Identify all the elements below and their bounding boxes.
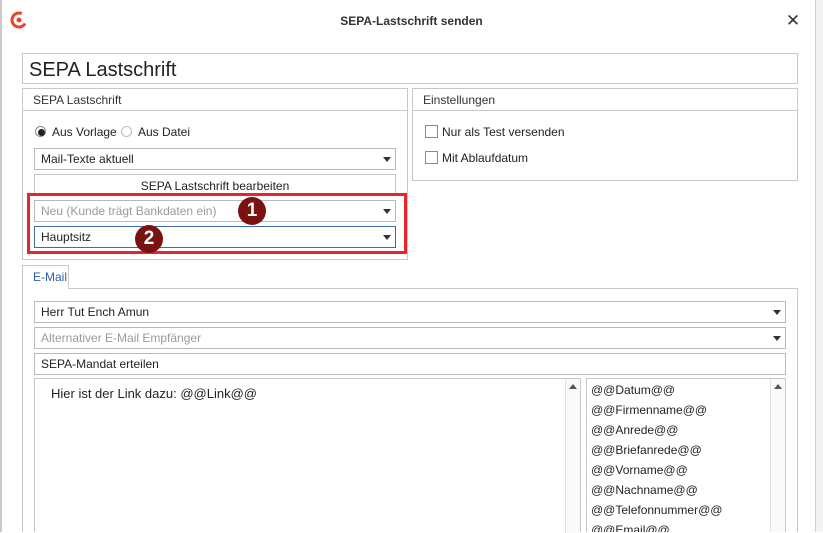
chevron-down-icon bbox=[773, 336, 781, 341]
mandate-select-value: Neu (Kunde trägt Bankdaten ein) bbox=[41, 204, 217, 218]
email-body-text: Hier ist der Link dazu: @@Link@@ bbox=[51, 386, 257, 401]
chevron-down-icon bbox=[773, 310, 781, 315]
template-select-value: Mail-Texte aktuell bbox=[41, 152, 134, 166]
address-select[interactable]: Hauptsitz bbox=[34, 226, 396, 248]
left-edge bbox=[0, 0, 2, 532]
scroll-up-icon[interactable] bbox=[774, 384, 782, 389]
template-select[interactable]: Mail-Texte aktuell bbox=[34, 148, 396, 170]
right-scrollbar-edge bbox=[815, 0, 823, 532]
expiry-checkbox-label[interactable]: Mit Ablaufdatum bbox=[442, 151, 528, 165]
body-scrollbar[interactable] bbox=[565, 379, 580, 533]
list-item[interactable]: @@Briefanrede@@ bbox=[591, 440, 722, 460]
radio-aus-vorlage-label[interactable]: Aus Vorlage bbox=[52, 125, 117, 139]
list-item[interactable]: @@Datum@@ bbox=[591, 380, 722, 400]
placeholder-list: @@Datum@@ @@Firmenname@@ @@Anrede@@ @@Br… bbox=[586, 378, 786, 532]
radio-aus-datei-label[interactable]: Aus Datei bbox=[138, 125, 190, 139]
radio-aus-datei[interactable] bbox=[121, 126, 132, 137]
test-checkbox[interactable] bbox=[425, 125, 438, 138]
test-checkbox-label[interactable]: Nur als Test versenden bbox=[442, 125, 565, 139]
window-title: SEPA-Lastschrift senden bbox=[340, 14, 483, 28]
chevron-down-icon bbox=[383, 235, 391, 240]
subject-input[interactable]: SEPA-Mandat erteilen bbox=[34, 353, 786, 375]
recipient-select[interactable]: Herr Tut Ench Amun bbox=[34, 301, 786, 323]
address-select-value: Hauptsitz bbox=[41, 230, 92, 244]
mandate-select[interactable]: Neu (Kunde trägt Bankdaten ein) bbox=[34, 200, 396, 222]
expiry-checkbox[interactable] bbox=[425, 151, 438, 164]
list-item[interactable]: @@Nachname@@ bbox=[591, 480, 722, 500]
list-item[interactable]: @@Firmenname@@ bbox=[591, 400, 722, 420]
step-badge-2: 2 bbox=[135, 225, 163, 253]
list-item[interactable]: @@Email@@ bbox=[591, 520, 722, 532]
list-item[interactable]: @@Vorname@@ bbox=[591, 460, 722, 480]
sepa-group-title: SEPA Lastschrift bbox=[23, 89, 407, 111]
email-body-editor[interactable]: Hier ist der Link dazu: @@Link@@ bbox=[34, 378, 581, 533]
step-badge-1: 1 bbox=[238, 197, 266, 225]
list-item[interactable]: @@Telefonnummer@@ bbox=[591, 500, 722, 520]
tab-email[interactable]: E-Mail bbox=[22, 265, 69, 289]
page-title: SEPA Lastschrift bbox=[22, 53, 798, 84]
tab-connector bbox=[23, 288, 68, 290]
list-item[interactable]: @@Anrede@@ bbox=[591, 420, 722, 440]
settings-group-title: Einstellungen bbox=[413, 89, 797, 111]
scroll-up-icon[interactable] bbox=[569, 384, 577, 389]
chevron-down-icon bbox=[383, 157, 391, 162]
recipient-select-value: Herr Tut Ench Amun bbox=[41, 305, 150, 319]
placeholder-scrollbar[interactable] bbox=[770, 379, 785, 532]
close-icon[interactable]: ✕ bbox=[783, 11, 803, 31]
placeholder-items: @@Datum@@ @@Firmenname@@ @@Anrede@@ @@Br… bbox=[591, 380, 722, 532]
chevron-down-icon bbox=[383, 209, 391, 214]
alt-recipient-placeholder: Alternativer E-Mail Empfänger bbox=[41, 331, 202, 345]
alt-recipient-select[interactable]: Alternativer E-Mail Empfänger bbox=[34, 327, 786, 349]
subject-value: SEPA-Mandat erteilen bbox=[41, 357, 159, 371]
radio-aus-vorlage[interactable] bbox=[35, 126, 46, 137]
